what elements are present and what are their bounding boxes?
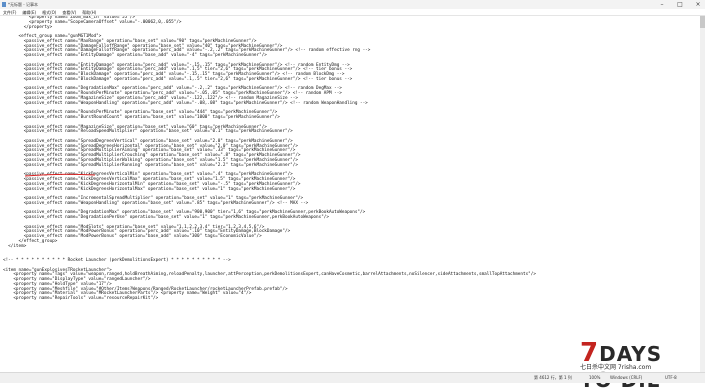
menu-edit[interactable]: 编辑(E) [22,9,36,15]
scrollbar-thumb[interactable] [700,16,705,28]
vertical-scrollbar[interactable] [700,16,705,372]
notepad-icon [2,2,6,7]
zoom-level: 100% [589,375,601,380]
code-line: <property name="RepairTools" value="reso… [3,296,159,302]
menu-bar: 文件(F) 编辑(E) 格式(O) 查看(V) 帮助(H) [0,9,705,16]
encoding: UTF-8 [665,375,677,380]
watermark-logo: 7DAYS TO DIE 七日杀中文网 7risha.com [580,338,698,392]
cursor-position: 第 4612 行，第 1 列 [534,375,572,380]
menu-file[interactable]: 文件(F) [3,9,16,15]
menu-format[interactable]: 格式(O) [42,9,56,15]
close-button[interactable]: × [693,1,703,8]
text-editor[interactable]: <property name="Zoom_max_in" value="55"/… [0,16,705,372]
minimize-button[interactable]: – [657,1,667,8]
status-bar: 第 4612 行，第 1 列 100% Windows (CRLF) UTF-8 [0,372,705,383]
window-controls: – □ × [657,1,703,8]
line-ending: Windows (CRLF) [610,375,643,380]
maximize-button[interactable]: □ [675,1,685,8]
watermark-subtitle: 七日杀中文网 7risha.com [580,364,652,371]
menu-help[interactable]: 帮助(H) [82,9,96,15]
menu-view[interactable]: 查看(V) [62,9,76,15]
red-underline-annotation [24,173,96,177]
window-title: *无标题 - 记事本 [8,1,38,7]
title-bar: *无标题 - 记事本 – □ × [0,0,705,9]
